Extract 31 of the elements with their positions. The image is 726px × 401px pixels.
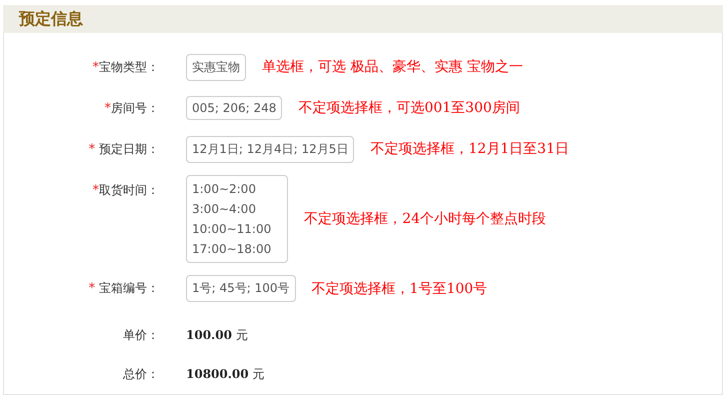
list-option[interactable]: 3:00~4:00 bbox=[192, 198, 272, 219]
field-label: 宝物类型： bbox=[99, 58, 159, 76]
field-label: 总价： bbox=[123, 366, 159, 383]
select-field[interactable]: 1号; 45号; 100号 bbox=[186, 275, 296, 302]
currency-unit: 元 bbox=[252, 366, 265, 383]
required-mark: * bbox=[88, 281, 96, 296]
select-list[interactable]: 1:00~2:00 3:00~4:00 10:00~11:00 17:00~18:00 bbox=[186, 174, 288, 263]
required-mark: * bbox=[104, 100, 111, 116]
annotation: 不定项选择框，12月1日至31日 bbox=[370, 140, 569, 158]
select-field[interactable]: 005; 206; 248 bbox=[186, 96, 282, 120]
annotation: 不定项选择框，可选001至300房间 bbox=[298, 99, 520, 117]
field-label: 预定日期： bbox=[98, 140, 159, 158]
select-field[interactable]: 12月1日; 12月4日; 12月5日 bbox=[186, 136, 354, 162]
select-field[interactable]: 实惠宝物 bbox=[186, 54, 246, 80]
price-value: 100.00 bbox=[186, 328, 232, 342]
section-title: 预定信息 bbox=[19, 8, 83, 30]
list-option[interactable]: 17:00~18:00 bbox=[192, 238, 272, 259]
field-label: 宝箱编号： bbox=[98, 280, 159, 298]
list-option[interactable]: 1:00~2:00 bbox=[192, 178, 272, 199]
annotation: 单选框，可选 极品、豪华、实惠 宝物之一 bbox=[262, 58, 523, 76]
list-option[interactable]: 10:00~11:00 bbox=[192, 218, 272, 239]
required-mark: * bbox=[92, 60, 99, 74]
field-label: 房间号： bbox=[111, 100, 159, 116]
required-mark: * bbox=[88, 142, 96, 156]
currency-unit: 元 bbox=[236, 326, 248, 344]
required-mark: * bbox=[92, 183, 99, 198]
field-label: 取货时间： bbox=[99, 182, 159, 199]
field-label: 单价： bbox=[123, 326, 159, 344]
annotation: 不定项选择框，1号至100号 bbox=[312, 280, 488, 298]
price-value: 10800.00 bbox=[186, 367, 249, 382]
annotation: 不定项选择框，24个小时每个整点时段 bbox=[304, 210, 546, 228]
